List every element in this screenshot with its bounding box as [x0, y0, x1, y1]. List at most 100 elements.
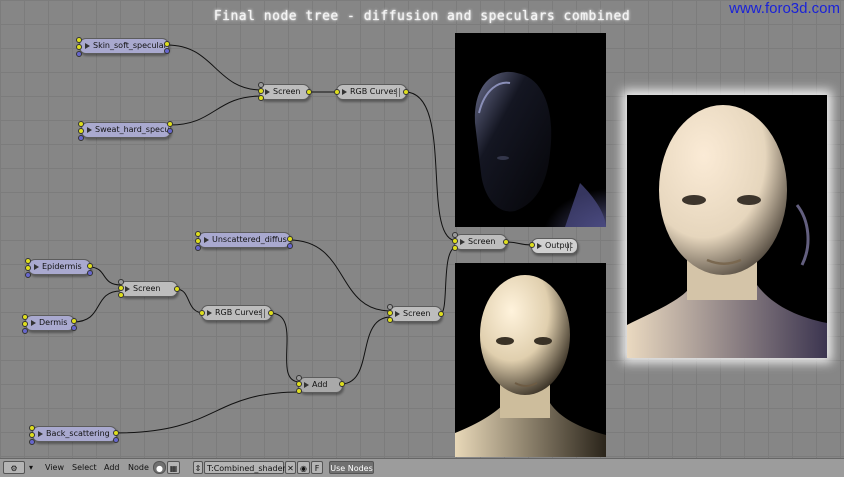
- node-dermis[interactable]: Dermis: [25, 315, 75, 331]
- socket-add-out[interactable]: [339, 381, 345, 387]
- link-dermis-to-screenleft: [72, 290, 122, 323]
- socket-unscattered-in[interactable]: [195, 238, 201, 244]
- node-output[interactable]: Output: [531, 238, 578, 254]
- menu-add[interactable]: Add: [104, 461, 120, 475]
- socket-screen-top-in2[interactable]: [258, 95, 264, 101]
- socket-epidermis-in[interactable]: [25, 265, 31, 271]
- socket-unscattered-vector-out[interactable]: [287, 243, 293, 249]
- socket-epidermis-vector-out[interactable]: [87, 270, 93, 276]
- socket-sweat-in[interactable]: [78, 128, 84, 134]
- socket-screen-top-out[interactable]: [306, 89, 312, 95]
- socket-skin-in[interactable]: [76, 37, 82, 43]
- socket-dermis-color-out[interactable]: [71, 318, 77, 324]
- editor-type-menu[interactable]: ⚙: [3, 461, 25, 474]
- socket-screen-left-in1[interactable]: [118, 285, 124, 291]
- material-nodes-icon[interactable]: ●: [153, 461, 166, 474]
- node-add[interactable]: Add: [298, 377, 343, 393]
- socket-back-in[interactable]: [29, 432, 35, 438]
- node-unscattered-diffuse[interactable]: Unscattered_diffus: [198, 232, 291, 248]
- collapse-arrow-icon[interactable]: [31, 320, 36, 326]
- header-collapse-icon[interactable]: ▾: [29, 461, 33, 475]
- browse-node-tree-icon[interactable]: ⇕: [193, 461, 203, 474]
- node-editor[interactable]: Final node tree - diffusion and specular…: [0, 0, 844, 476]
- socket-epidermis-in[interactable]: [25, 258, 31, 264]
- collapse-arrow-icon[interactable]: [34, 264, 39, 270]
- socket-skin-in[interactable]: [76, 51, 82, 57]
- socket-dermis-in[interactable]: [22, 321, 28, 327]
- fake-user-button[interactable]: F: [311, 461, 323, 474]
- node-screen-mid[interactable]: Screen: [389, 306, 442, 322]
- socket-skin-vector-out[interactable]: [164, 48, 170, 54]
- use-nodes-toggle[interactable]: Use Nodes: [329, 461, 374, 474]
- collapse-arrow-icon[interactable]: [85, 43, 90, 49]
- node-rgb-curves-top[interactable]: RGB Curves: [336, 84, 407, 100]
- socket-epidermis-in[interactable]: [25, 272, 31, 278]
- socket-curves-top-out[interactable]: [403, 89, 409, 95]
- collapse-arrow-icon[interactable]: [460, 239, 465, 245]
- socket-output-in[interactable]: [529, 242, 535, 248]
- node-label: Unscattered_diffus: [212, 235, 287, 244]
- socket-screen-top-in1[interactable]: [258, 88, 264, 94]
- collapse-arrow-icon[interactable]: [207, 310, 212, 316]
- socket-back-color-out[interactable]: [113, 430, 119, 436]
- node-label: Back_scattering: [46, 429, 110, 438]
- socket-screen-mid-out[interactable]: [438, 311, 444, 317]
- socket-add-in1[interactable]: [296, 381, 302, 387]
- node-rgb-curves-bottom[interactable]: RGB Curves: [201, 305, 272, 321]
- socket-unscattered-in[interactable]: [195, 245, 201, 251]
- node-screen-top[interactable]: Screen: [259, 84, 310, 100]
- socket-curves-bottom-in[interactable]: [199, 310, 205, 316]
- socket-sweat-vector-out[interactable]: [167, 128, 173, 134]
- socket-unscattered-in[interactable]: [195, 231, 201, 237]
- collapse-arrow-icon[interactable]: [304, 382, 309, 388]
- socket-screen-right-in2[interactable]: [452, 245, 458, 251]
- collapse-arrow-icon[interactable]: [204, 237, 209, 243]
- collapse-arrow-icon[interactable]: [38, 431, 43, 437]
- socket-screen-mid-in1[interactable]: [387, 310, 393, 316]
- socket-screen-right-in1[interactable]: [452, 238, 458, 244]
- collapse-arrow-icon[interactable]: [395, 311, 400, 317]
- node-screen-right[interactable]: Screen: [454, 234, 507, 250]
- socket-screen-left-out[interactable]: [174, 286, 180, 292]
- socket-screen-right-out[interactable]: [503, 239, 509, 245]
- socket-sweat-in[interactable]: [78, 121, 84, 127]
- socket-back-in[interactable]: [29, 439, 35, 445]
- node-tree-name-field[interactable]: T:Combined_shaders: [204, 461, 290, 474]
- socket-add-in2[interactable]: [296, 388, 302, 394]
- menu-view[interactable]: View: [45, 461, 64, 475]
- socket-dermis-in[interactable]: [22, 328, 28, 334]
- node-back-scattering[interactable]: Back_scattering: [32, 426, 117, 442]
- resize-grip-icon[interactable]: [567, 242, 571, 251]
- socket-sweat-in[interactable]: [78, 135, 84, 141]
- node-sweat-hard-specular[interactable]: Sweat_hard_specu: [81, 122, 171, 138]
- composite-nodes-icon[interactable]: ▦: [167, 461, 180, 474]
- resize-grip-icon[interactable]: [261, 309, 265, 318]
- resize-grip-icon[interactable]: [396, 88, 400, 97]
- user-count-icon[interactable]: ◉: [297, 461, 310, 474]
- node-epidermis[interactable]: Epidermis: [28, 259, 91, 275]
- collapse-arrow-icon[interactable]: [342, 89, 347, 95]
- socket-epidermis-color-out[interactable]: [87, 263, 93, 269]
- socket-curves-bottom-out[interactable]: [268, 310, 274, 316]
- socket-dermis-vector-out[interactable]: [71, 325, 77, 331]
- menu-node[interactable]: Node: [128, 461, 149, 475]
- socket-unscattered-color-out[interactable]: [287, 236, 293, 242]
- socket-skin-in[interactable]: [76, 44, 82, 50]
- socket-skin-color-out[interactable]: [164, 41, 170, 47]
- collapse-arrow-icon[interactable]: [125, 286, 130, 292]
- page-title: Final node tree - diffusion and specular…: [213, 9, 631, 24]
- socket-screen-left-in2[interactable]: [118, 292, 124, 298]
- socket-dermis-in[interactable]: [22, 314, 28, 320]
- menu-select[interactable]: Select: [72, 461, 97, 475]
- socket-back-in[interactable]: [29, 425, 35, 431]
- collapse-arrow-icon[interactable]: [265, 89, 270, 95]
- socket-screen-mid-in2[interactable]: [387, 317, 393, 323]
- socket-sweat-color-out[interactable]: [167, 121, 173, 127]
- node-skin-soft-specular[interactable]: Skin_soft_specular: [79, 38, 169, 54]
- unlink-icon[interactable]: ✕: [285, 461, 296, 474]
- socket-curves-top-in[interactable]: [334, 89, 340, 95]
- collapse-arrow-icon[interactable]: [537, 243, 542, 249]
- node-screen-left[interactable]: Screen: [119, 281, 178, 297]
- collapse-arrow-icon[interactable]: [87, 127, 92, 133]
- socket-back-vector-out[interactable]: [113, 437, 119, 443]
